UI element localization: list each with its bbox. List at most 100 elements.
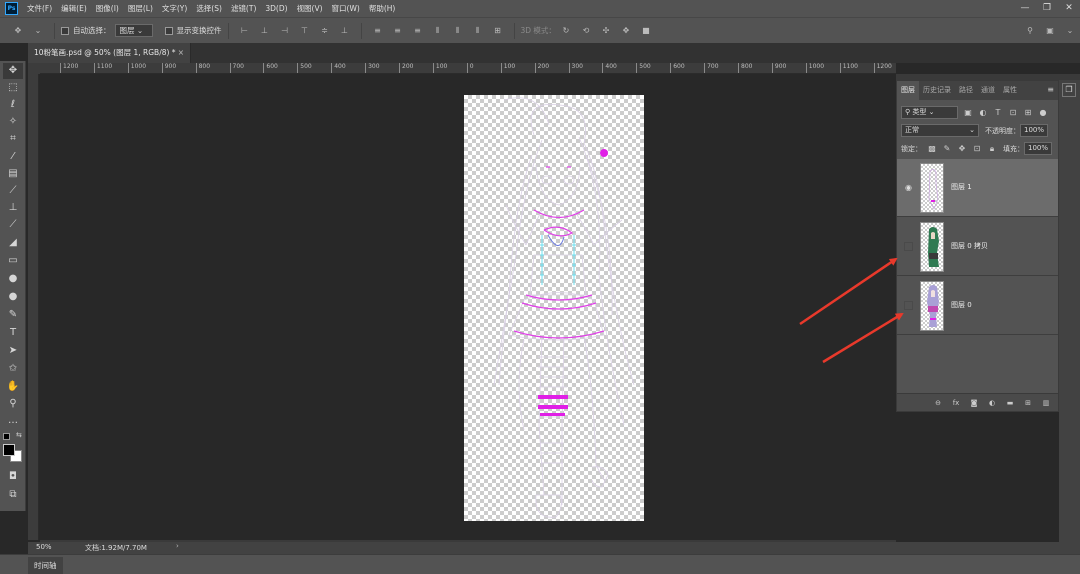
lock-transparency-icon[interactable]: ▩ bbox=[927, 144, 937, 154]
filter-type-icon[interactable]: T bbox=[993, 108, 1003, 118]
filter-pixel-icon[interactable]: ▣ bbox=[963, 108, 973, 118]
marquee-tool-icon[interactable]: ⬚ bbox=[3, 80, 23, 96]
lock-position-icon[interactable]: ✥ bbox=[957, 144, 967, 154]
document-tab[interactable]: 10粉笔画.psd @ 50% (图层 1, RGB/8) * × bbox=[28, 43, 191, 63]
minimize-icon[interactable]: — bbox=[1014, 0, 1036, 17]
panel-menu-icon[interactable]: ≡ bbox=[1047, 85, 1054, 94]
visibility-toggle-empty[interactable] bbox=[904, 301, 913, 310]
tab-history[interactable]: 历史记录 bbox=[919, 81, 955, 100]
tab-channels[interactable]: 通道 bbox=[977, 81, 999, 100]
distribute-middle-icon[interactable]: ≡ bbox=[392, 26, 404, 36]
screen-mode-icon[interactable]: ⧉ bbox=[3, 487, 23, 503]
menu-window[interactable]: 窗口(W) bbox=[332, 3, 360, 14]
auto-select-checkbox[interactable] bbox=[61, 26, 69, 35]
tab-timeline[interactable]: 时间轴 bbox=[28, 557, 63, 574]
3d-orbit-icon[interactable]: ↻ bbox=[560, 26, 572, 36]
show-transform-checkbox[interactable] bbox=[164, 26, 173, 35]
distribute-bottom-icon[interactable]: ≡ bbox=[412, 26, 424, 36]
move-tool-icon[interactable]: ✥ bbox=[12, 26, 24, 36]
opacity-input[interactable]: 100% bbox=[1020, 124, 1048, 137]
add-mask-icon[interactable]: ◙ bbox=[968, 397, 980, 409]
vertical-ruler[interactable] bbox=[28, 74, 39, 540]
more-tools-icon[interactable]: … bbox=[3, 413, 23, 429]
visibility-toggle-empty[interactable] bbox=[904, 242, 913, 251]
tool-preset-chevron-icon[interactable]: ⌄ bbox=[32, 26, 44, 36]
quick-mask-icon[interactable]: ◘ bbox=[3, 469, 23, 485]
distribute-left-icon[interactable]: ⦀ bbox=[432, 26, 444, 36]
menu-3d[interactable]: 3D(D) bbox=[265, 4, 287, 13]
new-layer-icon[interactable]: ⊞ bbox=[1022, 397, 1034, 409]
brush-tool-icon[interactable]: ⟋ bbox=[3, 183, 23, 199]
lock-artboard-icon[interactable]: ⊡ bbox=[972, 144, 982, 154]
lock-all-icon[interactable]: 🔒︎ bbox=[987, 144, 997, 154]
distribute-right-icon[interactable]: ⦀ bbox=[472, 26, 484, 36]
visibility-eye-icon[interactable]: ◉ bbox=[903, 182, 914, 193]
filter-smart-object-icon[interactable]: ⊞ bbox=[1023, 108, 1033, 118]
layer-name[interactable]: 图层 1 bbox=[951, 182, 972, 192]
layer-row[interactable]: 图层 0 bbox=[897, 277, 1058, 335]
align-center-h-icon[interactable]: ⊥ bbox=[259, 26, 271, 36]
align-top-icon[interactable]: ⊤ bbox=[299, 26, 311, 36]
zoom-tool-icon[interactable]: ⚲ bbox=[3, 396, 23, 412]
workspace-chevron-icon[interactable]: ⌄ bbox=[1064, 26, 1076, 36]
filter-adjustment-icon[interactable]: ◐ bbox=[978, 108, 988, 118]
layer-name[interactable]: 图层 0 拷贝 bbox=[951, 241, 988, 251]
3d-slide-icon[interactable]: ✥ bbox=[620, 26, 632, 36]
hand-tool-icon[interactable]: ✋ bbox=[3, 379, 23, 395]
foreground-color-swatch[interactable] bbox=[3, 444, 15, 456]
menu-filter[interactable]: 滤镜(T) bbox=[231, 3, 256, 14]
blend-mode-dropdown[interactable]: 正常 ⌄ bbox=[901, 124, 979, 137]
layer-row[interactable]: ◉ 图层 1 bbox=[897, 159, 1058, 217]
pen-tool-icon[interactable]: ✎ bbox=[3, 307, 23, 323]
dodge-tool-icon[interactable]: ● bbox=[3, 289, 23, 305]
custom-shape-tool-icon[interactable]: ✩ bbox=[3, 361, 23, 377]
align-right-icon[interactable]: ⊣ bbox=[279, 26, 291, 36]
close-tab-icon[interactable]: × bbox=[178, 43, 184, 63]
zoom-level[interactable]: 50% bbox=[36, 543, 52, 551]
magic-wand-tool-icon[interactable]: ✧ bbox=[3, 114, 23, 130]
gradient-tool-icon[interactable]: ▭ bbox=[3, 253, 23, 269]
type-tool-icon[interactable]: T bbox=[3, 325, 23, 341]
history-brush-tool-icon[interactable]: ⟋ bbox=[3, 217, 23, 233]
swap-colors-icon[interactable]: ⇆ bbox=[16, 431, 22, 439]
menu-select[interactable]: 选择(S) bbox=[196, 3, 222, 14]
filter-kind-dropdown[interactable]: ⚲ 类型 ⌄ bbox=[901, 106, 958, 119]
3d-pan-icon[interactable]: ✣ bbox=[600, 26, 612, 36]
ruler-origin[interactable] bbox=[28, 63, 40, 74]
layer-row[interactable]: 图层 0 拷贝 bbox=[897, 218, 1058, 276]
lasso-tool-icon[interactable]: ℓ bbox=[3, 97, 23, 113]
tab-layers[interactable]: 图层 bbox=[897, 81, 919, 100]
new-group-icon[interactable]: ▬ bbox=[1004, 397, 1016, 409]
auto-align-icon[interactable]: ⊞ bbox=[492, 26, 504, 36]
search-icon[interactable]: ⚲ bbox=[1024, 26, 1036, 36]
distribute-center-icon[interactable]: ⦀ bbox=[452, 26, 464, 36]
distribute-top-icon[interactable]: ≡ bbox=[372, 26, 384, 36]
adjustment-layer-icon[interactable]: ◐ bbox=[986, 397, 998, 409]
align-middle-icon[interactable]: ≑ bbox=[319, 26, 331, 36]
3d-roll-icon[interactable]: ⟲ bbox=[580, 26, 592, 36]
layer-style-icon[interactable]: fx bbox=[950, 397, 962, 409]
auto-select-target-dropdown[interactable]: 图层 ⌄ bbox=[114, 24, 153, 37]
crop-tool-icon[interactable]: ⌗ bbox=[3, 131, 23, 147]
eyedropper-tool-icon[interactable]: ⁄ bbox=[3, 149, 23, 165]
menu-image[interactable]: 图像(I) bbox=[96, 3, 119, 14]
tab-paths[interactable]: 路径 bbox=[955, 81, 977, 100]
blur-tool-icon[interactable]: ● bbox=[3, 271, 23, 287]
restore-icon[interactable]: ❐ bbox=[1036, 0, 1058, 17]
align-bottom-icon[interactable]: ⊥ bbox=[339, 26, 351, 36]
layer-name[interactable]: 图层 0 bbox=[951, 300, 972, 310]
tab-properties[interactable]: 属性 bbox=[999, 81, 1021, 100]
align-left-icon[interactable]: ⊢ bbox=[239, 26, 251, 36]
eraser-tool-icon[interactable]: ◢ bbox=[3, 235, 23, 251]
close-icon[interactable]: ✕ bbox=[1058, 0, 1080, 17]
healing-brush-tool-icon[interactable]: ▤ bbox=[3, 166, 23, 182]
move-tool-icon[interactable]: ✥ bbox=[3, 63, 23, 79]
dock-panel-icon[interactable]: ❐ bbox=[1062, 83, 1076, 97]
filter-shape-icon[interactable]: ⊡ bbox=[1008, 108, 1018, 118]
delete-layer-icon[interactable]: ▥ bbox=[1040, 397, 1052, 409]
menu-type[interactable]: 文字(Y) bbox=[162, 3, 187, 14]
path-selection-tool-icon[interactable]: ➤ bbox=[3, 343, 23, 359]
menu-view[interactable]: 视图(V) bbox=[297, 3, 323, 14]
workspace-icon[interactable]: ▣ bbox=[1044, 26, 1056, 36]
fill-input[interactable]: 100% bbox=[1024, 142, 1052, 155]
